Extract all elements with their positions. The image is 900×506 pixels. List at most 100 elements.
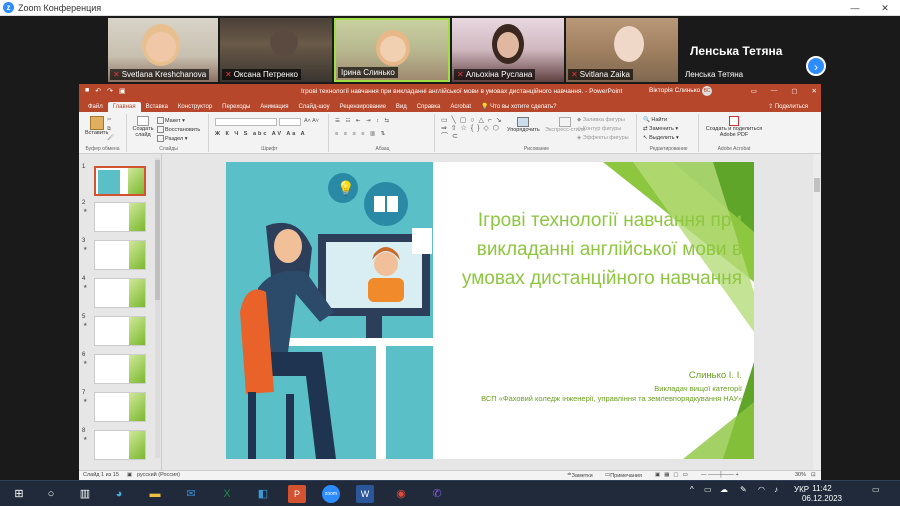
select-button[interactable]: ↖ Выделить ▾ <box>643 135 679 141</box>
slide-thumbnail-4[interactable] <box>94 278 146 308</box>
onedrive-icon[interactable]: ☁ <box>720 485 728 494</box>
list-icons[interactable]: ☰ ☷ ⇤ ⇥ ↕ ⇆ <box>335 118 391 124</box>
slide-title[interactable]: Ігрові технології навчання при викладанн… <box>456 206 742 293</box>
replace-button[interactable]: ⇄ Заменить ▾ <box>643 126 678 132</box>
transition-icon: ★ <box>83 398 88 404</box>
tab-design[interactable]: Конструктор <box>173 102 217 112</box>
tell-me-search[interactable]: 💡 Что вы хотите сделать? <box>476 101 561 112</box>
redo-icon[interactable]: ↷ <box>107 87 113 95</box>
slide-scroll-thumb[interactable] <box>814 178 820 192</box>
slide-thumbnail-6[interactable] <box>94 354 146 384</box>
paste-button[interactable]: Вставить <box>85 116 108 136</box>
slide-thumbnail-1[interactable] <box>94 166 146 196</box>
tab-view[interactable]: Вид <box>391 102 412 112</box>
tab-home[interactable]: Главная <box>107 102 141 112</box>
slide-thumbnail-5[interactable] <box>94 316 146 346</box>
format-painter-icon[interactable]: 🖌 <box>107 135 114 141</box>
minimize-icon[interactable]: — <box>771 87 778 95</box>
participant-tile[interactable]: ✕ Альохіна Руслана <box>452 18 564 82</box>
mail-icon[interactable]: ✉ <box>182 485 200 503</box>
comments-button[interactable]: ▭ Примечания <box>605 472 642 479</box>
windows-start-icon[interactable]: ⊞ <box>10 485 28 503</box>
undo-icon[interactable]: ↶ <box>95 87 101 95</box>
participant-tile[interactable]: ✕ Оксана Петренко <box>220 18 332 82</box>
chrome-icon[interactable]: ◉ <box>392 485 410 503</box>
close-icon[interactable]: ✕ <box>812 87 817 95</box>
reset-button[interactable]: Восстановить <box>157 126 200 133</box>
create-pdf-button[interactable]: Создать и поделиться Adobe PDF <box>703 116 765 138</box>
network-icon[interactable]: ▭ <box>704 485 712 494</box>
slide-author[interactable]: Слинько І. І. <box>466 370 742 381</box>
cut-icon[interactable]: ✂ <box>107 117 112 123</box>
slide-thumbnail-7[interactable] <box>94 392 146 422</box>
find-icon: 🔍 <box>643 117 650 123</box>
participant-tile[interactable]: ✕ Svetlana Kreshchanova <box>108 18 218 82</box>
copy-icon[interactable]: ⧉ <box>107 126 111 133</box>
notifications-icon[interactable]: ▭ <box>872 485 880 494</box>
taskbar-clock[interactable]: 11:42 06.12.2023 <box>802 484 842 504</box>
user-name[interactable]: Вікторія Слинько ВС <box>649 86 713 96</box>
shape-effects-button[interactable]: ◈ Эффекты фигуры <box>577 135 629 141</box>
share-button[interactable]: ⇪ Поделиться <box>763 101 813 112</box>
close-icon[interactable]: ✕ <box>870 0 900 16</box>
participant-tile[interactable]: ✕ Svitlana Zaika <box>566 18 678 82</box>
tab-transitions[interactable]: Переходы <box>217 102 255 112</box>
tab-slideshow[interactable]: Слайд-шоу <box>293 102 334 112</box>
view-mode-icons[interactable]: ▣▦▢▭ <box>655 472 692 478</box>
tray-overflow-icon[interactable]: ^ <box>690 485 694 494</box>
section-button[interactable]: Раздел ▾ <box>157 135 187 142</box>
new-slide-button[interactable]: Создать слайд <box>132 116 154 138</box>
font-name-dropdown[interactable] <box>215 118 277 126</box>
participant-tile[interactable]: Ленська Тетяна Ленська Тетяна <box>680 18 800 82</box>
font-size-dropdown[interactable] <box>279 118 301 126</box>
next-page-button[interactable]: › <box>806 56 826 76</box>
slide-thumbnail-3[interactable] <box>94 240 146 270</box>
word-icon[interactable]: W <box>356 485 374 503</box>
tab-acrobat[interactable]: Acrobat <box>445 102 476 112</box>
shapes-gallery[interactable]: ▭ ╲ ▢ ○ △ ⌐ ↘ ⇒ ⇧ ☆ { } ◇ ⬡ ⌒ ⊂ <box>441 117 503 141</box>
task-view-icon[interactable]: ▥ <box>76 485 94 503</box>
shape-outline-button[interactable]: ◇ Контур фигуры <box>577 126 621 132</box>
pen-icon[interactable]: ✎ <box>740 485 747 494</box>
notes-button[interactable]: ≐ Заметки <box>567 472 593 479</box>
align-icons[interactable]: ≡ ≡ ≡ ≡ ▥ ⇅ <box>335 131 387 137</box>
current-slide[interactable]: 💡 Ігрові технології навчання при виклада… <box>226 162 754 459</box>
ribbon-display-icon[interactable]: ▭ <box>751 87 757 95</box>
language-indicator[interactable]: русский (Россия) <box>137 472 180 478</box>
slide-thumbnail-8[interactable] <box>94 430 146 460</box>
tab-review[interactable]: Рецензирование <box>335 102 391 112</box>
thumbnail-scroll-thumb[interactable] <box>155 160 160 300</box>
zoom-level[interactable]: 30% <box>795 472 806 478</box>
font-size-change-icon[interactable]: A˄ A˅ <box>304 118 319 124</box>
zoom-slider[interactable]: — ——┼—— + <box>701 472 739 478</box>
powerpoint-icon[interactable]: P <box>288 485 306 503</box>
excel-icon[interactable]: X <box>218 485 236 503</box>
slide-subtitle[interactable]: Викладач вищої категорії ВСП «Фаховий кол… <box>466 384 742 404</box>
tab-file[interactable]: Файл <box>83 102 108 112</box>
zoom-app-icon[interactable]: zoom <box>322 485 340 503</box>
maximize-icon[interactable]: ▢ <box>791 87 797 95</box>
search-icon[interactable]: ○ <box>42 485 60 503</box>
volume-icon[interactable]: ♪ <box>774 485 778 494</box>
slide-scrollbar[interactable] <box>813 154 821 470</box>
edge-icon[interactable]: ◕ <box>110 485 128 503</box>
viber-icon[interactable]: ✆ <box>428 485 446 503</box>
tab-help[interactable]: Справка <box>412 102 446 112</box>
shape-fill-button[interactable]: ◆ Заливка фигуры <box>577 117 625 123</box>
start-slideshow-icon[interactable]: ▣ <box>119 87 126 95</box>
tab-insert[interactable]: Вставка <box>141 102 173 112</box>
participant-tile-active-speaker[interactable]: Ірина Слинько <box>334 18 450 82</box>
tab-animations[interactable]: Анимация <box>255 102 293 112</box>
layout-button[interactable]: Макет ▾ <box>157 117 185 124</box>
wifi-icon[interactable]: ◠ <box>758 485 765 494</box>
file-explorer-icon[interactable]: ▬ <box>146 485 164 503</box>
arrange-button[interactable]: Упорядочить <box>507 117 540 133</box>
slide-thumbnail-2[interactable] <box>94 202 146 232</box>
find-button[interactable]: 🔍 Найти <box>643 117 667 123</box>
fit-slide-icon[interactable]: ⊡ <box>811 472 816 478</box>
save-icon[interactable]: ■ <box>85 87 89 95</box>
store-icon[interactable]: ◧ <box>254 485 272 503</box>
minimize-icon[interactable]: — <box>840 0 870 16</box>
spellcheck-icon[interactable]: ▣ <box>127 472 132 478</box>
font-format-icons[interactable]: Ж К Ч S abc AV Aa A <box>215 131 307 137</box>
